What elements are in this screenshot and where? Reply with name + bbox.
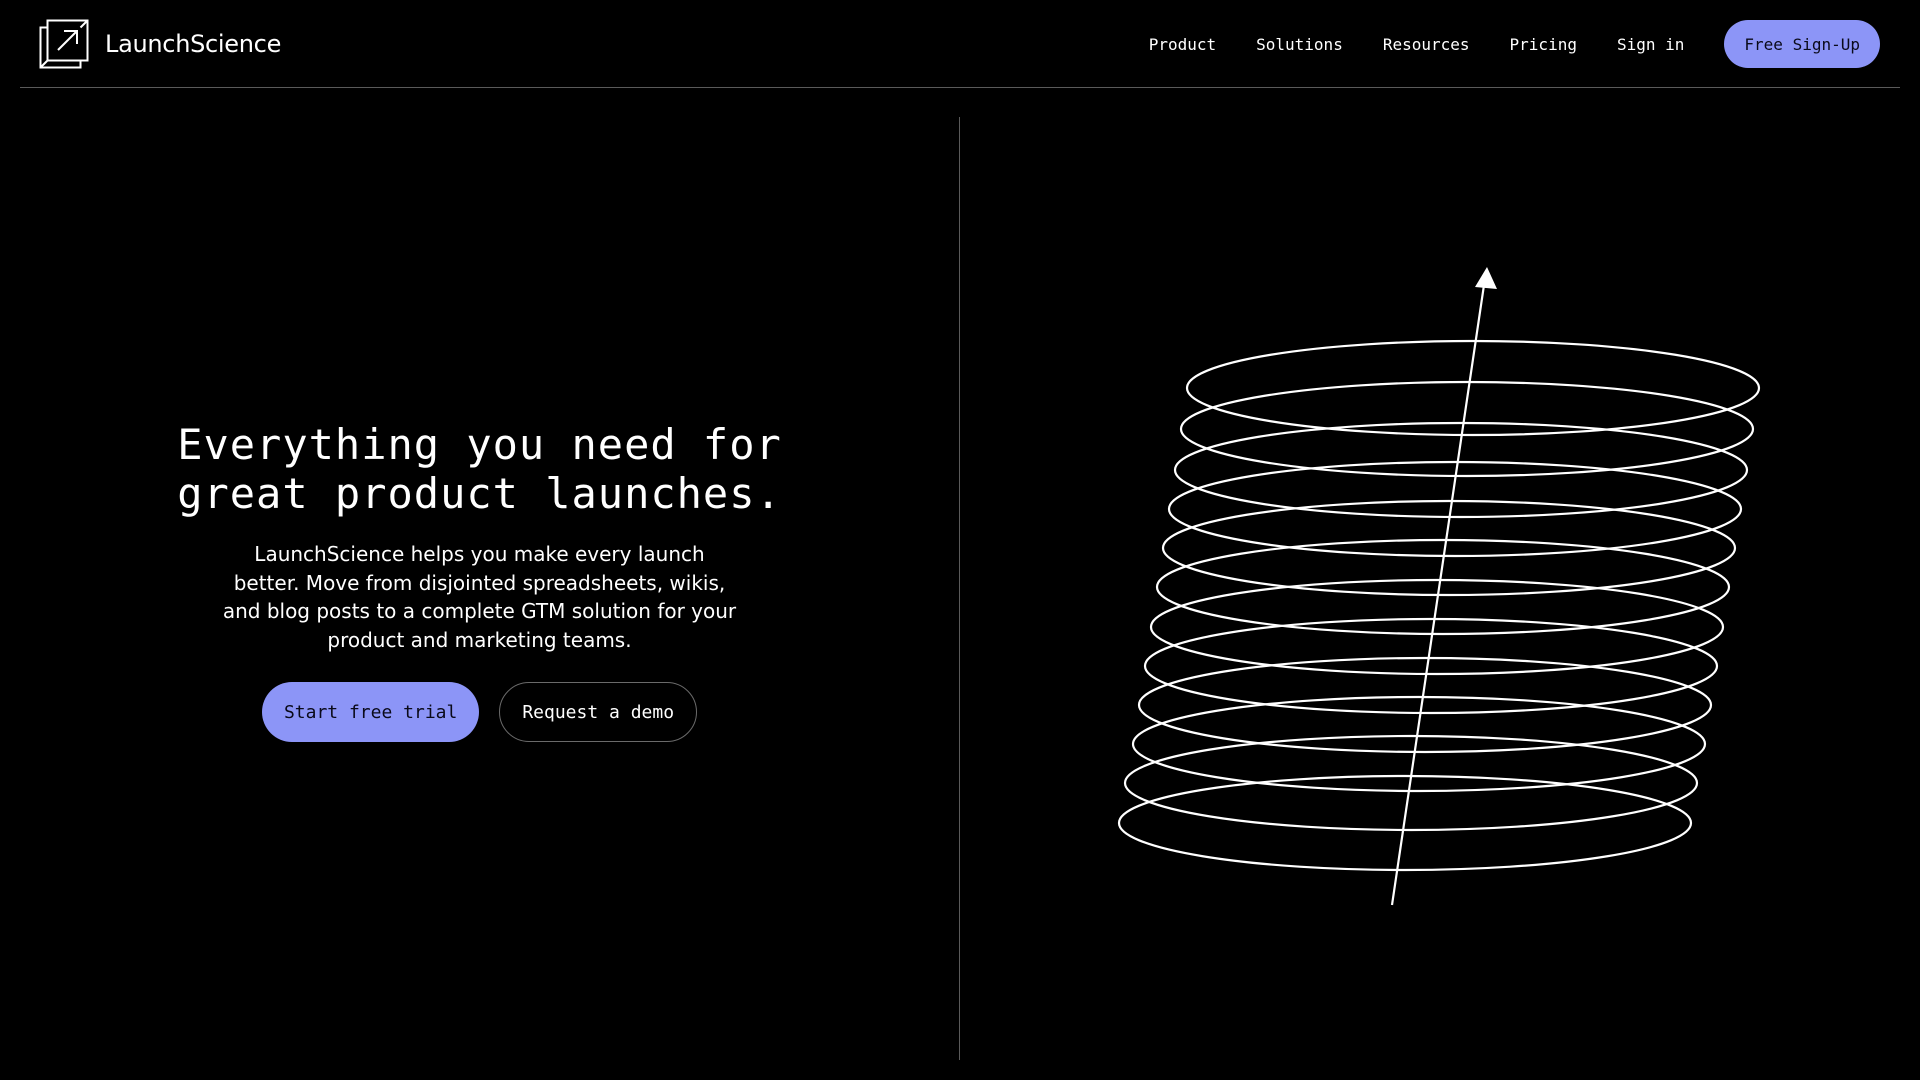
main-nav: Product Solutions Resources Pricing Sign… <box>1149 20 1880 68</box>
nav-link-sign-in[interactable]: Sign in <box>1617 35 1684 54</box>
nav-link-product[interactable]: Product <box>1149 35 1216 54</box>
hero-subtitle: LaunchScience helps you make every launc… <box>222 542 737 652</box>
spiral-arrow-icon <box>1117 267 1761 906</box>
request-demo-button[interactable]: Request a demo <box>499 682 698 742</box>
hero-section: Everything you need for great product la… <box>0 420 959 742</box>
header-divider <box>20 87 1900 88</box>
hero-actions: Start free trial Request a demo <box>0 682 959 742</box>
brand[interactable]: LaunchScience <box>39 19 281 69</box>
nav-link-resources[interactable]: Resources <box>1383 35 1470 54</box>
nav-link-pricing[interactable]: Pricing <box>1510 35 1577 54</box>
launch-box-icon <box>39 19 89 69</box>
nav-link-solutions[interactable]: Solutions <box>1256 35 1343 54</box>
site-header: LaunchScience Product Solutions Resource… <box>0 0 1920 87</box>
free-sign-up-button[interactable]: Free Sign-Up <box>1724 20 1880 68</box>
hero-title: Everything you need for great product la… <box>0 420 959 518</box>
hero-title-line-1: Everything you need for <box>177 420 782 469</box>
hero-title-line-2: great product launches. <box>177 469 782 518</box>
start-free-trial-button[interactable]: Start free trial <box>261 682 480 742</box>
vertical-divider <box>959 117 960 1060</box>
brand-name: LaunchScience <box>105 30 282 58</box>
